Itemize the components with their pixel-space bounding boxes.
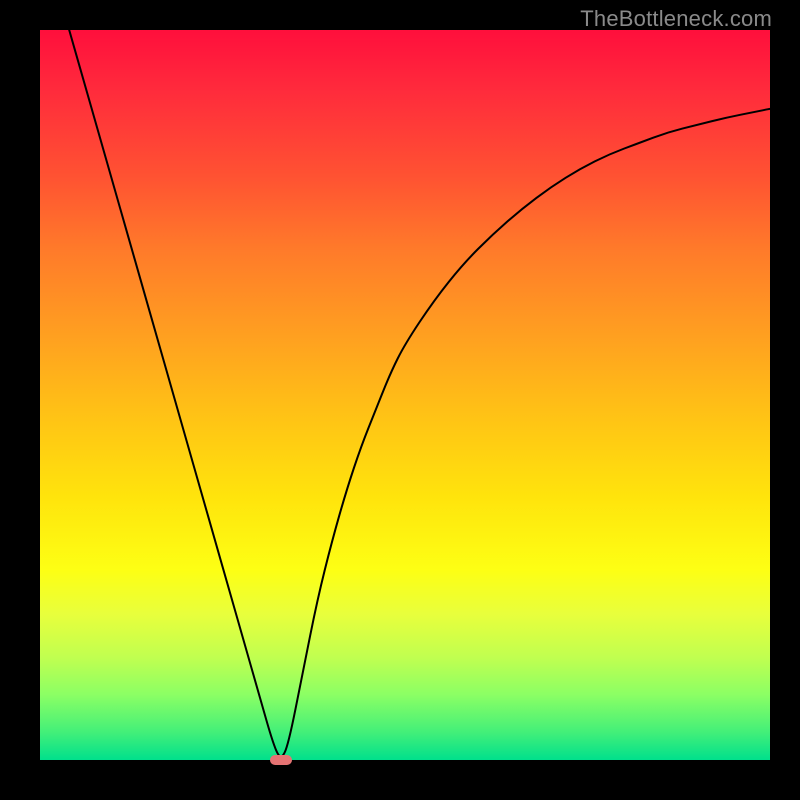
bottleneck-curve [40, 30, 770, 760]
chart-frame: TheBottleneck.com [0, 0, 800, 800]
plot-area [40, 30, 770, 760]
minimum-marker [270, 755, 292, 765]
watermark-text: TheBottleneck.com [580, 6, 772, 32]
